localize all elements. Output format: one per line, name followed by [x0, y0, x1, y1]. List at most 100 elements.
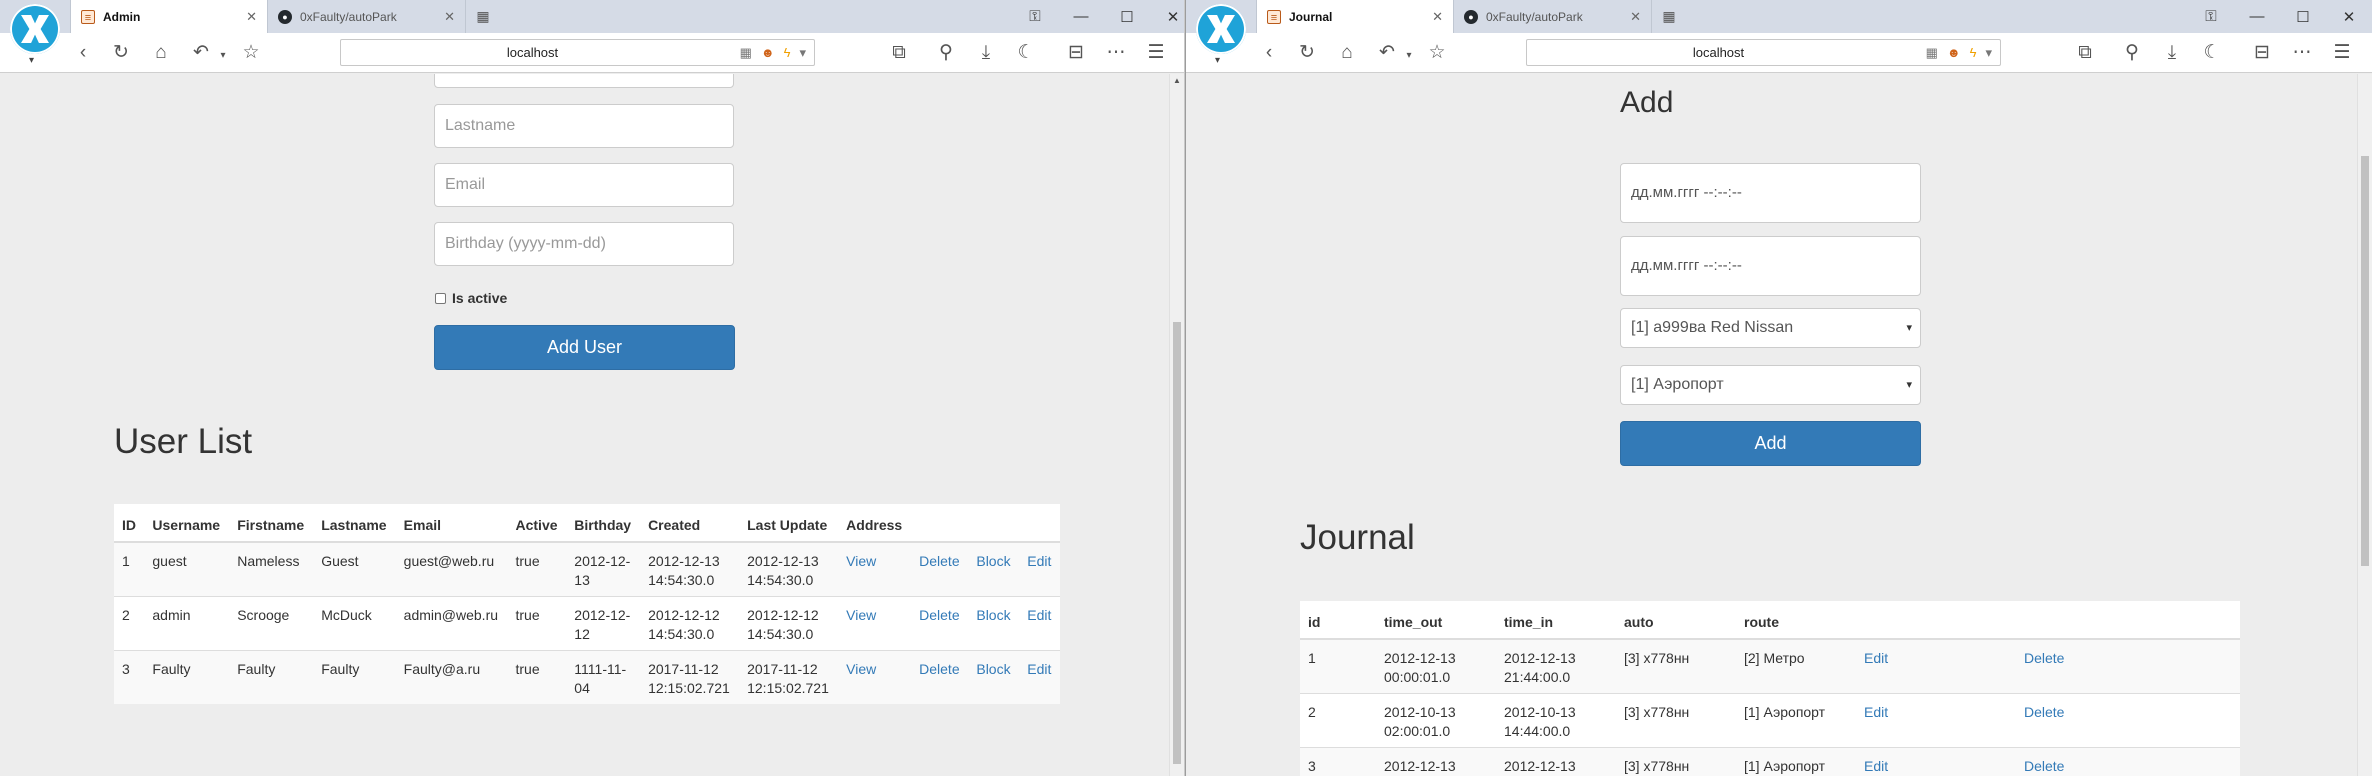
- firstname-input[interactable]: [434, 74, 734, 88]
- chevron-down-icon[interactable]: ▾: [1398, 45, 1420, 67]
- reload-icon[interactable]: ↻: [1296, 42, 1318, 64]
- edit-link[interactable]: Edit: [1864, 758, 1888, 774]
- edit-link[interactable]: Edit: [1864, 704, 1888, 720]
- address-bar[interactable]: localhost ▦ ☻ ϟ ▾: [1526, 39, 2001, 66]
- reload-icon[interactable]: ↻: [110, 42, 132, 64]
- star-icon[interactable]: ☆: [1426, 42, 1448, 64]
- tab-admin[interactable]: ≡ Admin ✕: [70, 0, 268, 33]
- close-window-icon[interactable]: ✕: [2326, 8, 2372, 26]
- vertical-scrollbar[interactable]: ▲: [1169, 74, 1184, 776]
- scrollbar-thumb[interactable]: [2361, 156, 2369, 566]
- address-url: localhost: [1692, 45, 1745, 60]
- undo-icon[interactable]: ↶: [1376, 42, 1398, 64]
- chevron-down-icon[interactable]: ▾: [1215, 55, 1220, 66]
- edit-link[interactable]: Edit: [1027, 607, 1051, 623]
- lastname-input[interactable]: Lastname: [434, 104, 734, 148]
- view-link[interactable]: View: [846, 553, 876, 569]
- screenshot-icon[interactable]: ⧉: [888, 42, 910, 64]
- wallet-icon[interactable]: ⊟: [2251, 42, 2273, 64]
- add-user-button[interactable]: Add User: [434, 325, 735, 370]
- browser-logo-icon[interactable]: [1196, 4, 1246, 54]
- is-active-checkbox[interactable]: [435, 293, 446, 304]
- wallet-icon[interactable]: ⊟: [1065, 42, 1087, 64]
- minimize-icon[interactable]: —: [1058, 8, 1104, 25]
- night-mode-icon[interactable]: ☾: [1015, 42, 1037, 64]
- tab-overview-icon[interactable]: ▦: [474, 8, 492, 24]
- scroll-up-icon[interactable]: ▲: [1170, 76, 1184, 85]
- tab-overview-icon[interactable]: ▦: [1660, 8, 1678, 24]
- table-row: 2 2012-10-13 02:00:01.0 2012-10-13 14:44:0…: [1300, 693, 2240, 748]
- page-icon: ≡: [1267, 9, 1281, 24]
- tab-journal[interactable]: ≡ Journal ✕: [1256, 0, 1454, 33]
- time-in-input[interactable]: дд.мм.гггг --:--:--: [1620, 236, 1921, 296]
- menu-icon[interactable]: ☰: [1145, 42, 1167, 64]
- close-icon[interactable]: ✕: [246, 9, 257, 25]
- tab-github[interactable]: ● 0xFaulty/autoPark ✕: [1454, 0, 1652, 33]
- extension-icon[interactable]: ☻: [761, 44, 775, 61]
- browser-window-admin: ≡ Admin ✕ ● 0xFaulty/autoPark ✕ ▦ ⚿ — ☐ …: [0, 0, 1185, 776]
- home-icon[interactable]: ⌂: [150, 42, 172, 64]
- tab-title: 0xFaulty/autoPark: [1486, 9, 1583, 24]
- view-link[interactable]: View: [846, 661, 876, 677]
- route-select[interactable]: [1] Аэропорт: [1620, 365, 1921, 405]
- column-header: time_out: [1376, 601, 1496, 640]
- auto-select[interactable]: [1] а999ва Red Nissan: [1620, 308, 1921, 348]
- pin-icon[interactable]: ⚿: [2188, 8, 2234, 25]
- time-out-input[interactable]: дд.мм.гггг --:--:--: [1620, 163, 1921, 223]
- pin-icon[interactable]: ⚿: [1012, 8, 1058, 25]
- delete-link[interactable]: Delete: [2024, 650, 2064, 666]
- menu-icon[interactable]: ☰: [2331, 42, 2353, 64]
- email-input[interactable]: Email: [434, 163, 734, 207]
- close-icon[interactable]: ✕: [1432, 9, 1443, 25]
- maximize-icon[interactable]: ☐: [2280, 8, 2326, 26]
- undo-icon[interactable]: ↶: [190, 42, 212, 64]
- qr-icon[interactable]: ▦: [740, 44, 752, 61]
- qr-icon[interactable]: ▦: [1926, 44, 1938, 61]
- lightning-icon[interactable]: ϟ: [784, 44, 791, 61]
- download-icon[interactable]: ⤓: [2161, 42, 2183, 64]
- search-icon[interactable]: ⚲: [2121, 42, 2143, 64]
- add-button[interactable]: Add: [1620, 421, 1921, 466]
- close-window-icon[interactable]: ✕: [1150, 8, 1184, 26]
- night-mode-icon[interactable]: ☾: [2201, 42, 2223, 64]
- back-icon[interactable]: ‹: [1258, 42, 1280, 64]
- delete-link[interactable]: Delete: [2024, 704, 2064, 720]
- home-icon[interactable]: ⌂: [1336, 42, 1358, 64]
- maximize-icon[interactable]: ☐: [1104, 8, 1150, 26]
- chevron-down-icon[interactable]: ▾: [799, 44, 806, 61]
- browser-window-journal: ≡ Journal ✕ ● 0xFaulty/autoPark ✕ ▦ ⚿ — …: [1186, 0, 2372, 776]
- minimize-icon[interactable]: —: [2234, 8, 2280, 25]
- extension-icon[interactable]: ☻: [1947, 44, 1961, 61]
- vertical-scrollbar[interactable]: [2357, 74, 2372, 776]
- tab-github[interactable]: ● 0xFaulty/autoPark ✕: [268, 0, 466, 33]
- download-icon[interactable]: ⤓: [975, 42, 997, 64]
- delete-link[interactable]: Delete: [2024, 758, 2064, 774]
- lightning-icon[interactable]: ϟ: [1970, 44, 1977, 61]
- chevron-down-icon[interactable]: ▾: [212, 45, 234, 67]
- edit-link[interactable]: Edit: [1027, 553, 1051, 569]
- screenshot-icon[interactable]: ⧉: [2074, 42, 2096, 64]
- close-icon[interactable]: ✕: [444, 9, 455, 25]
- more-icon[interactable]: ⋯: [2291, 42, 2313, 64]
- address-bar[interactable]: localhost ▦ ☻ ϟ ▾: [340, 39, 815, 66]
- close-icon[interactable]: ✕: [1630, 9, 1641, 25]
- chevron-down-icon[interactable]: ▾: [29, 55, 34, 66]
- delete-link[interactable]: Delete: [919, 553, 959, 569]
- block-link[interactable]: Block: [976, 607, 1010, 623]
- back-icon[interactable]: ‹: [72, 42, 94, 64]
- chevron-down-icon[interactable]: ▾: [1985, 44, 1992, 61]
- birthday-input[interactable]: Birthday (yyyy-mm-dd): [434, 222, 734, 266]
- search-icon[interactable]: ⚲: [935, 42, 957, 64]
- edit-link[interactable]: Edit: [1864, 650, 1888, 666]
- block-link[interactable]: Block: [976, 553, 1010, 569]
- more-icon[interactable]: ⋯: [1105, 42, 1127, 64]
- edit-link[interactable]: Edit: [1027, 661, 1051, 677]
- scrollbar-thumb[interactable]: [1173, 322, 1181, 764]
- view-link[interactable]: View: [846, 607, 876, 623]
- tab-strip: ≡ Journal ✕ ● 0xFaulty/autoPark ✕ ▦ ⚿ — …: [1186, 0, 2372, 33]
- star-icon[interactable]: ☆: [240, 42, 262, 64]
- delete-link[interactable]: Delete: [919, 661, 959, 677]
- block-link[interactable]: Block: [976, 661, 1010, 677]
- delete-link[interactable]: Delete: [919, 607, 959, 623]
- browser-logo-icon[interactable]: [10, 4, 60, 54]
